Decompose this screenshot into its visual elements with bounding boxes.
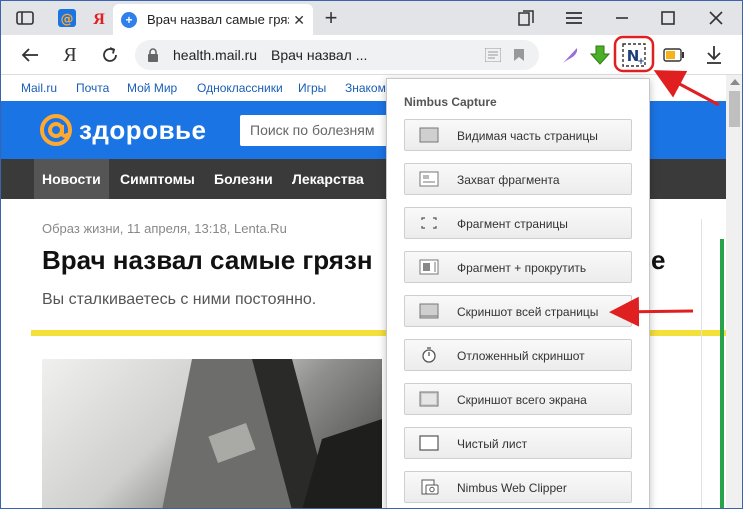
web-clipper-label: Nimbus Web Clipper	[457, 481, 567, 495]
address-page-title: Врач назвал ...	[271, 47, 368, 63]
nimbus-capture-icon[interactable]: N +	[621, 41, 647, 69]
new-tab-button[interactable]: +	[317, 5, 345, 30]
site-logo[interactable]: здоровье	[39, 113, 207, 147]
full-screen-label: Скриншот всего экрана	[457, 393, 587, 407]
fragment-label: Захват фрагмента	[457, 173, 560, 187]
downloads-icon[interactable]	[701, 41, 727, 69]
reader-mode-icon[interactable]	[485, 48, 501, 62]
visible-area-icon	[419, 127, 439, 143]
full-page-button[interactable]: Скриншот всей страницы	[404, 295, 632, 327]
portal-link-znakomstva[interactable]: Знаком	[345, 81, 386, 95]
menu-item-diseases[interactable]: Болезни	[206, 159, 281, 199]
article-headline-tail: е	[651, 245, 666, 275]
back-arrow-icon[interactable]	[17, 43, 43, 67]
feather-extension-icon[interactable]	[557, 41, 583, 69]
bookmark-icon[interactable]	[513, 48, 525, 62]
portal-link-igry[interactable]: Игры	[298, 81, 326, 95]
download-arrow-extension-icon[interactable]	[587, 41, 613, 69]
delayed-screenshot-button[interactable]: Отложенный скриншот	[404, 339, 632, 371]
blank-sheet-button[interactable]: Чистый лист	[404, 427, 632, 459]
full-page-label: Скриншот всей страницы	[457, 305, 599, 319]
visible-area-button[interactable]: Видимая часть страницы	[404, 119, 632, 151]
sidebar-toggle-icon[interactable]	[11, 6, 39, 30]
active-tab[interactable]: + Врач назвал самые грязные ✕	[113, 4, 313, 35]
nimbus-capture-popup: Nimbus Capture Видимая часть страницы За…	[386, 78, 650, 508]
timer-icon	[422, 347, 436, 363]
full-page-icon	[419, 303, 439, 319]
tab-close-icon[interactable]: ✕	[293, 12, 305, 29]
article-photo[interactable]	[42, 359, 382, 508]
yandex-tab-favicon[interactable]: Я	[85, 6, 113, 30]
menu-icon[interactable]	[559, 7, 589, 29]
maximize-icon[interactable]	[653, 7, 683, 29]
tab-title: Врач назвал самые грязные	[147, 12, 289, 27]
visible-area-label: Видимая часть страницы	[457, 129, 598, 143]
portal-link-mailru[interactable]: Mail.ru	[21, 81, 57, 95]
at-logo-icon	[40, 114, 72, 146]
fragment-scroll-icon	[419, 259, 439, 275]
menu-item-medicines[interactable]: Лекарства	[284, 159, 372, 199]
bookmarks-icon[interactable]	[511, 7, 541, 29]
page-scrollbar[interactable]	[726, 75, 742, 508]
side-card-accent	[720, 239, 724, 508]
page-fragment-button[interactable]: Фрагмент страницы	[404, 207, 632, 239]
browser-window: @ Я + Врач назвал самые грязные ✕ +	[0, 0, 743, 509]
address-bar[interactable]: health.mail.ru Врач назвал ...	[135, 40, 539, 70]
mail-tab-favicon[interactable]: @	[53, 6, 81, 30]
fragment-scroll-button[interactable]: Фрагмент + прокрутить	[404, 251, 632, 283]
menu-item-news[interactable]: Новости	[34, 159, 109, 199]
health-favicon: +	[121, 11, 137, 28]
close-window-icon[interactable]	[701, 7, 731, 29]
menu-item-symptoms[interactable]: Симптомы	[112, 159, 203, 199]
minimize-icon[interactable]	[607, 7, 637, 29]
fragment-scroll-label: Фрагмент + прокрутить	[457, 261, 587, 275]
scroll-up-icon[interactable]	[730, 79, 740, 85]
blank-sheet-icon	[419, 435, 439, 451]
popup-title: Nimbus Capture	[404, 95, 497, 109]
page-fragment-label: Фрагмент страницы	[457, 217, 568, 231]
full-screen-icon	[419, 391, 439, 407]
fragment-icon	[419, 171, 439, 187]
portal-link-pochta[interactable]: Почта	[76, 81, 109, 95]
camera-icon	[421, 479, 439, 495]
svg-text:+: +	[637, 57, 645, 67]
site-search-input[interactable]: Поиск по болезням	[240, 115, 400, 146]
svg-text:Я: Я	[93, 11, 105, 27]
address-domain: health.mail.ru	[173, 47, 258, 63]
logo-text: здоровье	[79, 114, 207, 145]
web-clipper-button[interactable]: Nimbus Web Clipper	[404, 471, 632, 503]
scroll-thumb[interactable]	[729, 91, 740, 127]
door-handle-photo-icon	[162, 359, 382, 508]
portal-link-moymir[interactable]: Мой Мир	[127, 81, 177, 95]
yandex-home-icon[interactable]: Я	[57, 43, 83, 67]
article-subhead: Вы сталкиваетесь с ними постоянно.	[42, 291, 317, 308]
article-headline: Врач назвал самые грязн	[42, 245, 373, 275]
page-fragment-icon	[421, 217, 437, 229]
svg-text:@: @	[61, 12, 74, 27]
reload-icon[interactable]	[97, 43, 123, 67]
side-card	[701, 219, 726, 508]
portal-link-odnoklassniki[interactable]: Одноклассники	[197, 81, 283, 95]
delayed-screenshot-label: Отложенный скриншот	[457, 349, 585, 363]
tab-strip: @ Я + Врач назвал самые грязные ✕ +	[1, 1, 742, 35]
battery-extension-icon[interactable]	[661, 41, 687, 69]
lock-icon	[148, 48, 158, 62]
navigation-bar: Я health.mail.ru Врач назвал ... N +	[1, 35, 742, 75]
blank-sheet-label: Чистый лист	[457, 437, 528, 451]
fragment-button[interactable]: Захват фрагмента	[404, 163, 632, 195]
article-meta: Образ жизни, 11 апреля, 13:18, Lenta.Ru	[42, 221, 287, 236]
full-screen-button[interactable]: Скриншот всего экрана	[404, 383, 632, 415]
